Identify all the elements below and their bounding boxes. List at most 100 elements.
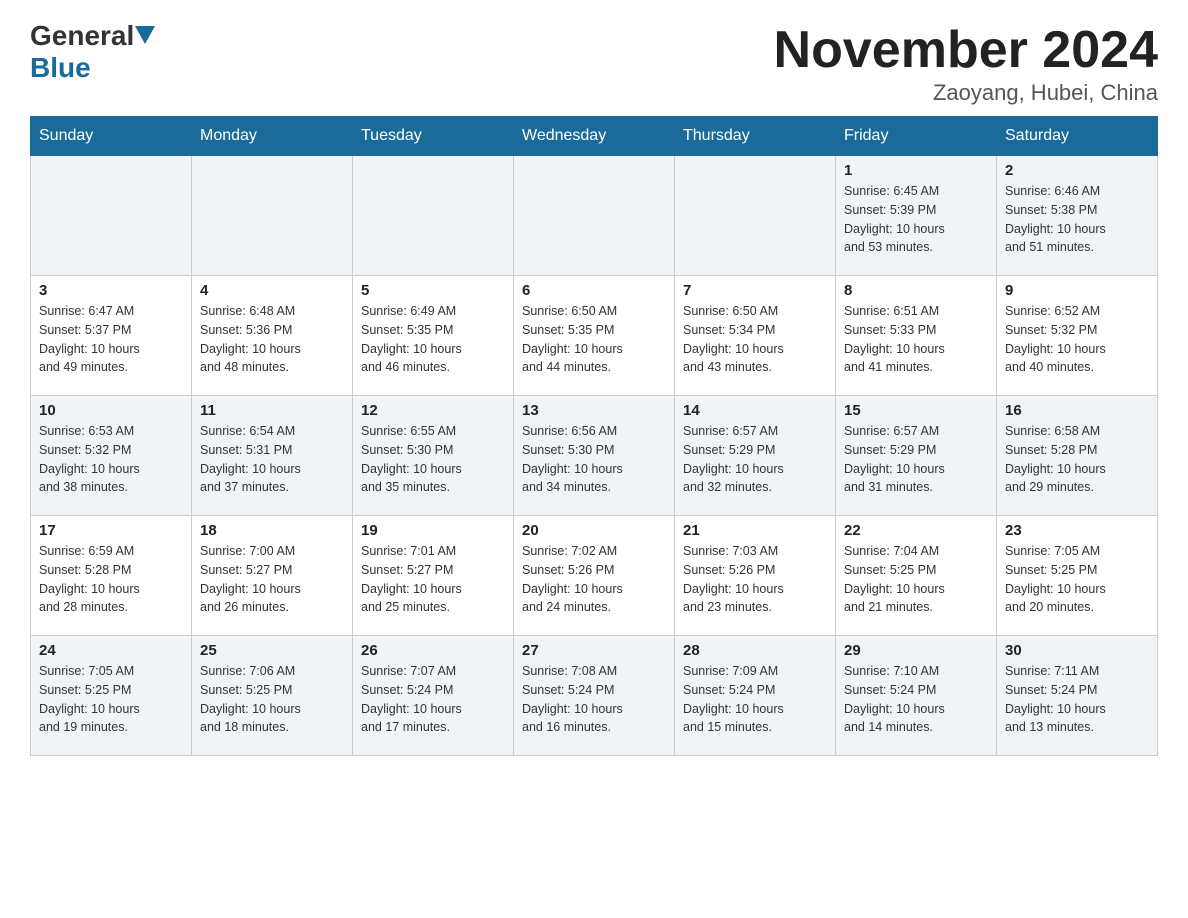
day-number: 20 [522,522,666,539]
calendar-cell: 19 Sunrise: 7:01 AMSunset: 5:27 PMDayligh… [353,516,514,636]
calendar-cell: 22 Sunrise: 7:04 AMSunset: 5:25 PMDayligh… [836,516,997,636]
calendar-cell: 9Sunrise: 6:52 AMSunset: 5:32 PMDaylight… [997,276,1158,396]
day-number: 10 [39,402,183,419]
day-info: Sunrise: 6:57 AMSunset: 5:29 PMDaylight:… [683,422,827,497]
day-info: Sunrise: 6:51 AMSunset: 5:33 PMDaylight:… [844,302,988,377]
day-number: 9 [1005,282,1149,299]
day-info: Sunrise: 7:06 AMSunset: 5:25 PMDaylight:… [200,662,344,737]
week-row-1: 1Sunrise: 6:45 AMSunset: 5:39 PMDaylight… [31,156,1158,276]
day-info: Sunrise: 6:53 AMSunset: 5:32 PMDaylight:… [39,422,183,497]
day-info: Sunrise: 6:46 AMSunset: 5:38 PMDaylight:… [1005,182,1149,257]
day-number: 29 [844,642,988,659]
day-number: 24 [39,642,183,659]
calendar-cell: 30 Sunrise: 7:11 AMSunset: 5:24 PMDayligh… [997,636,1158,756]
day-number: 25 [200,642,344,659]
week-row-3: 10 Sunrise: 6:53 AMSunset: 5:32 PMDayligh… [31,396,1158,516]
calendar-table: SundayMondayTuesdayWednesdayThursdayFrid… [30,116,1158,756]
day-info: Sunrise: 7:00 AMSunset: 5:27 PMDaylight:… [200,542,344,617]
calendar-cell: 2 Sunrise: 6:46 AMSunset: 5:38 PMDaylight… [997,156,1158,276]
day-number: 18 [200,522,344,539]
weekday-header-thursday: Thursday [675,117,836,156]
weekday-header-row: SundayMondayTuesdayWednesdayThursdayFrid… [31,117,1158,156]
calendar-cell: 4 Sunrise: 6:48 AMSunset: 5:36 PMDaylight… [192,276,353,396]
week-row-5: 24Sunrise: 7:05 AMSunset: 5:25 PMDayligh… [31,636,1158,756]
day-number: 6 [522,282,666,299]
calendar-cell: 20Sunrise: 7:02 AMSunset: 5:26 PMDayligh… [514,516,675,636]
calendar-cell: 1Sunrise: 6:45 AMSunset: 5:39 PMDaylight… [836,156,997,276]
day-number: 5 [361,282,505,299]
day-number: 21 [683,522,827,539]
day-number: 17 [39,522,183,539]
calendar-cell: 29 Sunrise: 7:10 AMSunset: 5:24 PMDayligh… [836,636,997,756]
day-number: 8 [844,282,988,299]
calendar-cell [353,156,514,276]
calendar-cell [192,156,353,276]
weekday-header-monday: Monday [192,117,353,156]
day-number: 22 [844,522,988,539]
day-number: 3 [39,282,183,299]
day-info: Sunrise: 7:11 AMSunset: 5:24 PMDaylight:… [1005,662,1149,737]
day-number: 13 [522,402,666,419]
day-number: 4 [200,282,344,299]
day-info: Sunrise: 7:03 AMSunset: 5:26 PMDaylight:… [683,542,827,617]
day-info: Sunrise: 6:50 AMSunset: 5:35 PMDaylight:… [522,302,666,377]
calendar-cell: 17 Sunrise: 6:59 AMSunset: 5:28 PMDayligh… [31,516,192,636]
weekday-header-tuesday: Tuesday [353,117,514,156]
calendar-cell: 3 Sunrise: 6:47 AMSunset: 5:37 PMDaylight… [31,276,192,396]
calendar-cell: 14 Sunrise: 6:57 AMSunset: 5:29 PMDayligh… [675,396,836,516]
calendar-cell: 5Sunrise: 6:49 AMSunset: 5:35 PMDaylight… [353,276,514,396]
day-info: Sunrise: 6:58 AMSunset: 5:28 PMDaylight:… [1005,422,1149,497]
week-row-2: 3 Sunrise: 6:47 AMSunset: 5:37 PMDaylight… [31,276,1158,396]
calendar-cell: 6 Sunrise: 6:50 AMSunset: 5:35 PMDaylight… [514,276,675,396]
day-info: Sunrise: 7:04 AMSunset: 5:25 PMDaylight:… [844,542,988,617]
calendar-cell: 21 Sunrise: 7:03 AMSunset: 5:26 PMDayligh… [675,516,836,636]
weekday-header-friday: Friday [836,117,997,156]
day-info: Sunrise: 6:55 AMSunset: 5:30 PMDaylight:… [361,422,505,497]
calendar-cell: 16 Sunrise: 6:58 AMSunset: 5:28 PMDayligh… [997,396,1158,516]
day-info: Sunrise: 7:10 AMSunset: 5:24 PMDaylight:… [844,662,988,737]
title-section: November 2024 Zaoyang, Hubei, China [774,20,1158,106]
day-info: Sunrise: 6:59 AMSunset: 5:28 PMDaylight:… [39,542,183,617]
calendar-cell: 23Sunrise: 7:05 AMSunset: 5:25 PMDayligh… [997,516,1158,636]
day-info: Sunrise: 7:01 AMSunset: 5:27 PMDaylight:… [361,542,505,617]
calendar-cell: 27Sunrise: 7:08 AMSunset: 5:24 PMDayligh… [514,636,675,756]
logo: General Blue [30,20,156,84]
day-number: 19 [361,522,505,539]
day-info: Sunrise: 6:54 AMSunset: 5:31 PMDaylight:… [200,422,344,497]
day-number: 15 [844,402,988,419]
calendar-cell [675,156,836,276]
week-row-4: 17 Sunrise: 6:59 AMSunset: 5:28 PMDayligh… [31,516,1158,636]
logo-blue-text: Blue [30,52,91,84]
day-info: Sunrise: 7:09 AMSunset: 5:24 PMDaylight:… [683,662,827,737]
calendar-cell: 15Sunrise: 6:57 AMSunset: 5:29 PMDayligh… [836,396,997,516]
day-number: 14 [683,402,827,419]
day-number: 2 [1005,162,1149,179]
calendar-cell: 8 Sunrise: 6:51 AMSunset: 5:33 PMDaylight… [836,276,997,396]
day-number: 28 [683,642,827,659]
calendar-cell: 26 Sunrise: 7:07 AMSunset: 5:24 PMDayligh… [353,636,514,756]
logo-general-text: General [30,20,134,52]
day-info: Sunrise: 6:47 AMSunset: 5:37 PMDaylight:… [39,302,183,377]
logo-arrow-icon [135,26,155,46]
weekday-header-wednesday: Wednesday [514,117,675,156]
day-info: Sunrise: 7:07 AMSunset: 5:24 PMDaylight:… [361,662,505,737]
page-header: General Blue November 2024 Zaoyang, Hube… [30,20,1158,106]
calendar-cell: 24Sunrise: 7:05 AMSunset: 5:25 PMDayligh… [31,636,192,756]
day-number: 26 [361,642,505,659]
day-info: Sunrise: 7:05 AMSunset: 5:25 PMDaylight:… [1005,542,1149,617]
calendar-cell: 13 Sunrise: 6:56 AMSunset: 5:30 PMDayligh… [514,396,675,516]
calendar-cell: 7Sunrise: 6:50 AMSunset: 5:34 PMDaylight… [675,276,836,396]
calendar-cell [31,156,192,276]
calendar-cell: 12 Sunrise: 6:55 AMSunset: 5:30 PMDayligh… [353,396,514,516]
day-info: Sunrise: 6:48 AMSunset: 5:36 PMDaylight:… [200,302,344,377]
day-number: 30 [1005,642,1149,659]
day-info: Sunrise: 6:56 AMSunset: 5:30 PMDaylight:… [522,422,666,497]
day-number: 16 [1005,402,1149,419]
day-number: 11 [200,402,344,419]
calendar-cell: 10 Sunrise: 6:53 AMSunset: 5:32 PMDayligh… [31,396,192,516]
location-text: Zaoyang, Hubei, China [774,80,1158,106]
calendar-cell: 28 Sunrise: 7:09 AMSunset: 5:24 PMDayligh… [675,636,836,756]
day-number: 27 [522,642,666,659]
day-info: Sunrise: 6:45 AMSunset: 5:39 PMDaylight:… [844,182,988,257]
day-number: 12 [361,402,505,419]
